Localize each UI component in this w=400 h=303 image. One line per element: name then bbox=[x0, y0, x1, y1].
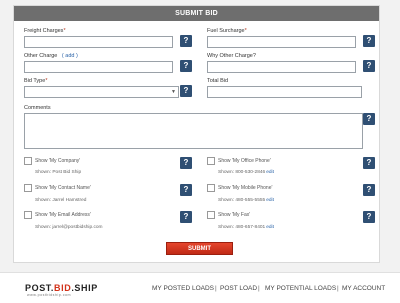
show-mobile-phone-checkbox[interactable] bbox=[207, 184, 215, 192]
show-mobile-phone-label: Show 'My Mobile Phone' bbox=[218, 185, 273, 191]
fuel-surcharge-help-icon[interactable]: ? bbox=[363, 35, 375, 47]
bid-type-help-icon[interactable]: ? bbox=[180, 85, 192, 97]
show-company-checkbox[interactable] bbox=[24, 157, 32, 165]
why-other-charge-label: Why Other Charge? bbox=[207, 53, 256, 59]
nav-my-posted-loads[interactable]: MY POSTED LOADS bbox=[152, 285, 214, 292]
show-contact-name-help-icon[interactable]: ? bbox=[180, 184, 192, 196]
shown-office-phone-text: Shown: 800-530-2846edit bbox=[218, 170, 274, 175]
show-company-label: Show 'My Company' bbox=[35, 158, 81, 164]
show-company-help-icon[interactable]: ? bbox=[180, 157, 192, 169]
edit-mobile-phone-link[interactable]: edit bbox=[266, 198, 274, 203]
fuel-surcharge-label: Fuel Surcharge* bbox=[207, 28, 247, 34]
show-mobile-phone-help-icon[interactable]: ? bbox=[363, 184, 375, 196]
nav-separator: | bbox=[215, 285, 217, 292]
freight-charges-label: Freight Charges* bbox=[24, 28, 66, 34]
nav-my-account[interactable]: MY ACCOUNT bbox=[342, 285, 385, 292]
submit-button[interactable]: SUBMIT bbox=[166, 242, 233, 255]
show-fax-help-icon[interactable]: ? bbox=[363, 211, 375, 223]
bid-type-select[interactable]: ▼ bbox=[24, 86, 179, 98]
shown-company-text: Shown: Post Bid Ship bbox=[35, 170, 82, 175]
comments-label: Comments bbox=[24, 105, 51, 111]
shown-email-text: Shown: jarrel@postbidship.com bbox=[35, 225, 103, 230]
why-other-charge-input[interactable] bbox=[207, 61, 356, 73]
logo-url: www.postbidship.com bbox=[27, 293, 72, 297]
fuel-surcharge-input[interactable] bbox=[207, 36, 356, 48]
footer: POST.BID.SHIP www.postbidship.com MY POS… bbox=[0, 272, 400, 303]
nav-separator: | bbox=[258, 285, 260, 292]
show-fax-checkbox[interactable] bbox=[207, 211, 215, 219]
show-email-help-icon[interactable]: ? bbox=[180, 211, 192, 223]
freight-charges-help-icon[interactable]: ? bbox=[180, 35, 192, 47]
bid-type-label: Bid Type* bbox=[24, 78, 48, 84]
nav-my-potential-loads[interactable]: MY POTENTIAL LOADS bbox=[265, 285, 336, 292]
show-email-checkbox[interactable] bbox=[24, 211, 32, 219]
comments-help-icon[interactable]: ? bbox=[363, 113, 375, 125]
show-email-label: Show 'My Email Address' bbox=[35, 212, 91, 218]
total-bid-label: Total Bid bbox=[207, 78, 229, 84]
edit-office-phone-link[interactable]: edit bbox=[266, 170, 274, 175]
other-charge-help-icon[interactable]: ? bbox=[180, 60, 192, 72]
shown-fax-text: Shown: 480-657-8401edit bbox=[218, 225, 274, 230]
nav-post-load[interactable]: POST LOAD bbox=[220, 285, 257, 292]
submit-bid-panel: SUBMIT BID Freight Charges* ? Fuel Surch… bbox=[13, 5, 380, 263]
show-fax-label: Show 'My Fax' bbox=[218, 212, 251, 218]
other-charge-input[interactable] bbox=[24, 61, 173, 73]
shown-mobile-phone-text: Shown: 480-555-5555edit bbox=[218, 198, 274, 203]
dropdown-arrow-icon: ▼ bbox=[171, 89, 176, 95]
other-charge-label: Other Charge ( add ) bbox=[24, 53, 78, 59]
add-other-charge-link[interactable]: ( add ) bbox=[62, 53, 78, 59]
post-bid-ship-logo[interactable]: POST.BID.SHIP bbox=[25, 283, 98, 293]
nav-separator: | bbox=[337, 285, 339, 292]
show-office-phone-label: Show 'My Office Phone' bbox=[218, 158, 271, 164]
why-other-charge-help-icon[interactable]: ? bbox=[363, 60, 375, 72]
show-office-phone-help-icon[interactable]: ? bbox=[363, 157, 375, 169]
comments-textarea[interactable] bbox=[24, 113, 363, 149]
total-bid-input[interactable] bbox=[207, 86, 362, 98]
show-contact-name-checkbox[interactable] bbox=[24, 184, 32, 192]
panel-title: SUBMIT BID bbox=[14, 6, 379, 21]
shown-contact-name-text: Shown: Jarrel Hamstred bbox=[35, 198, 87, 203]
show-contact-name-label: Show 'My Contact Name' bbox=[35, 185, 91, 191]
show-office-phone-checkbox[interactable] bbox=[207, 157, 215, 165]
freight-charges-input[interactable] bbox=[24, 36, 173, 48]
edit-fax-link[interactable]: edit bbox=[266, 225, 274, 230]
